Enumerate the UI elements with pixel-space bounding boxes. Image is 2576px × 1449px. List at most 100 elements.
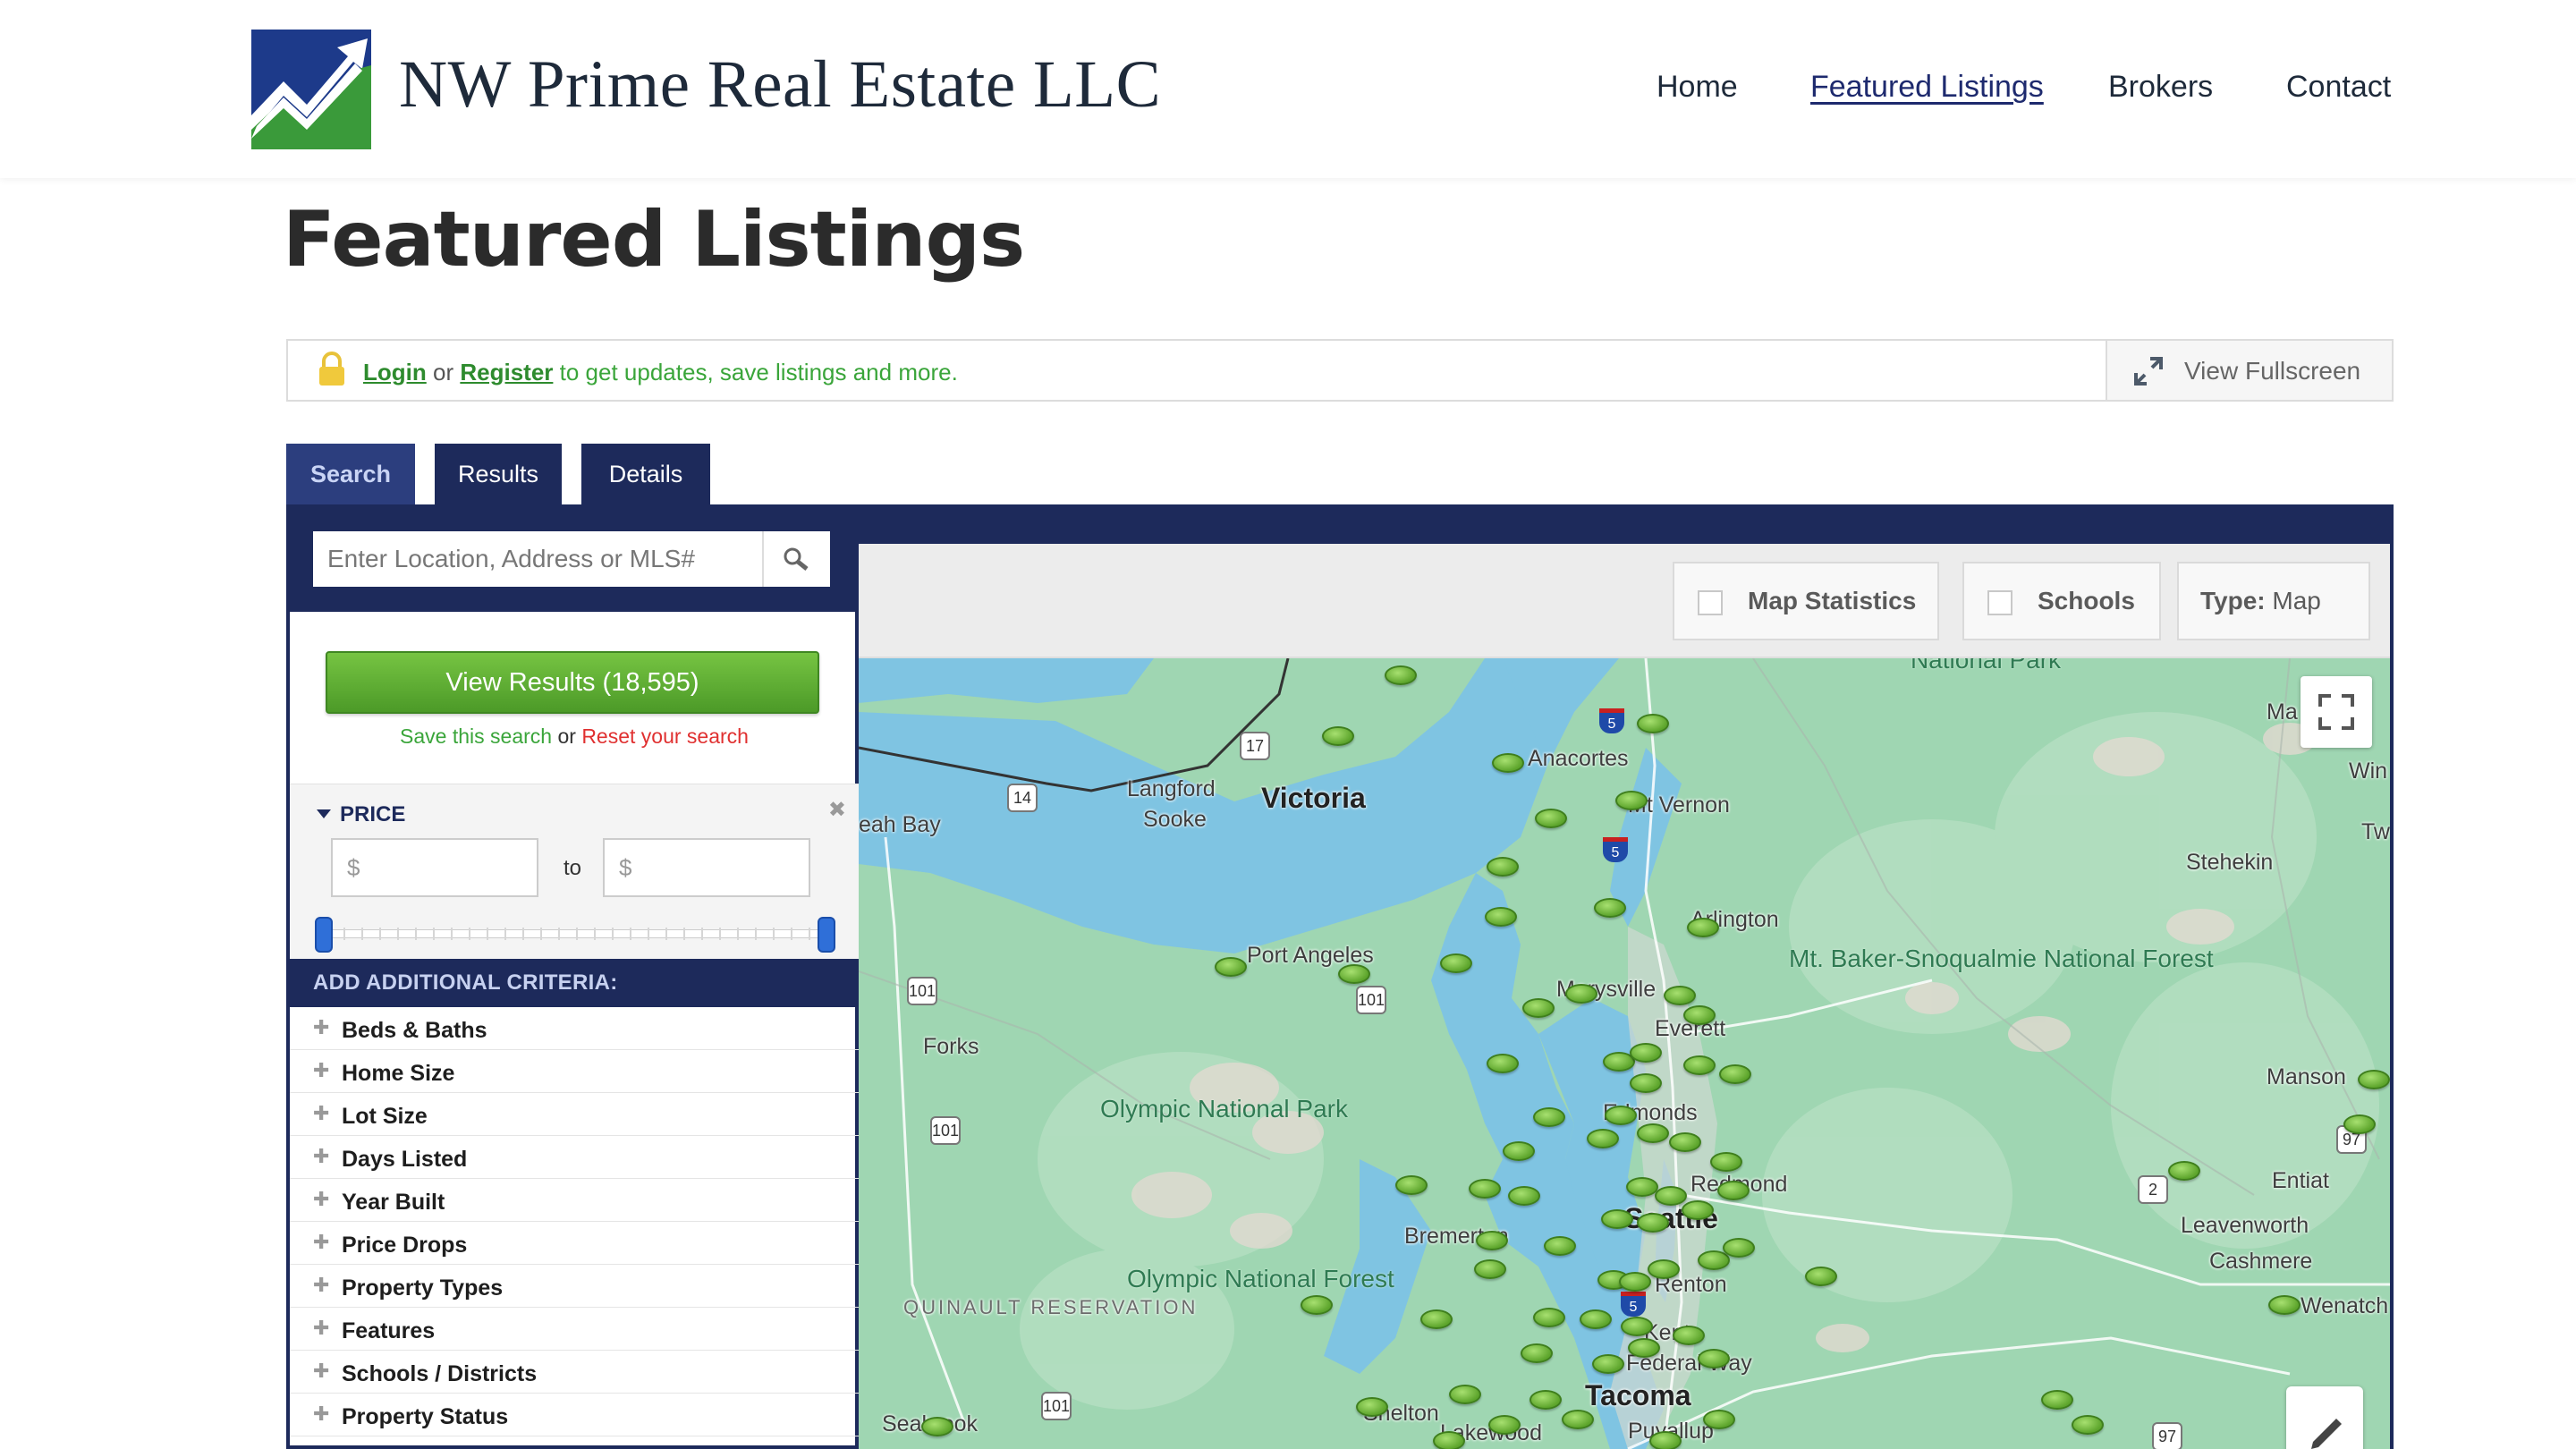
listing-marker[interactable] — [1655, 1186, 1687, 1206]
listing-marker[interactable] — [1626, 1177, 1658, 1197]
criteria-item-lot-size[interactable]: ✚ Lot Size — [290, 1093, 859, 1136]
criteria-item-price-drops[interactable]: ✚ Price Drops — [290, 1222, 859, 1265]
listing-marker[interactable] — [1710, 1152, 1742, 1172]
listing-marker[interactable] — [1637, 1123, 1669, 1143]
listing-marker[interactable] — [1433, 1431, 1465, 1449]
listing-marker[interactable] — [1395, 1175, 1428, 1195]
listing-marker[interactable] — [2268, 1295, 2301, 1315]
map-statistics-checkbox[interactable] — [1698, 590, 1723, 615]
listing-marker[interactable] — [1580, 1309, 1612, 1329]
location-search-input[interactable] — [313, 531, 762, 587]
listings-map[interactable]: Langford Sooke Victoria eah Bay Anacorte… — [859, 658, 2390, 1449]
map-fullscreen-button[interactable] — [2301, 676, 2372, 748]
listing-marker[interactable] — [1533, 1308, 1565, 1327]
price-min-input[interactable]: $ — [331, 838, 538, 897]
listing-marker[interactable] — [1619, 1272, 1651, 1292]
listing-marker[interactable] — [1805, 1267, 1837, 1286]
nav-brokers[interactable]: Brokers — [2108, 70, 2213, 105]
listing-marker[interactable] — [921, 1417, 953, 1436]
listing-marker[interactable] — [1637, 714, 1669, 733]
listing-marker[interactable] — [1544, 1236, 1576, 1256]
reset-search-link[interactable]: Reset your search — [581, 724, 749, 748]
listing-marker[interactable] — [2041, 1390, 2073, 1410]
listing-marker[interactable] — [1703, 1410, 1735, 1429]
listing-marker[interactable] — [1508, 1186, 1540, 1206]
listing-marker[interactable] — [1682, 1200, 1714, 1220]
listing-marker[interactable] — [2358, 1070, 2390, 1089]
criteria-item-days-listed[interactable]: ✚ Days Listed — [290, 1136, 859, 1179]
listing-marker[interactable] — [1669, 1132, 1701, 1152]
listing-marker[interactable] — [1492, 753, 1524, 773]
draw-area-button[interactable] — [2286, 1386, 2363, 1449]
listing-marker[interactable] — [1648, 1259, 1680, 1279]
listing-marker[interactable] — [1215, 957, 1247, 977]
listing-marker[interactable] — [1649, 1431, 1682, 1449]
listing-marker[interactable] — [1503, 1141, 1535, 1161]
tab-results[interactable]: Results — [435, 444, 562, 504]
listing-marker[interactable] — [1717, 1181, 1750, 1200]
listing-marker[interactable] — [1605, 1106, 1637, 1125]
criteria-item-home-size[interactable]: ✚ Home Size — [290, 1050, 859, 1093]
register-link[interactable]: Register — [460, 359, 553, 386]
login-link[interactable]: Login — [363, 359, 427, 386]
listing-marker[interactable] — [1719, 1064, 1751, 1084]
listing-marker[interactable] — [1322, 726, 1354, 746]
collapse-caret-icon[interactable] — [317, 809, 331, 818]
listing-marker[interactable] — [1449, 1385, 1481, 1404]
price-slider-max-handle[interactable] — [818, 917, 835, 953]
listing-marker[interactable] — [1683, 1005, 1716, 1025]
listing-marker[interactable] — [1723, 1238, 1755, 1258]
listing-marker[interactable] — [1615, 791, 1648, 810]
nav-contact[interactable]: Contact — [2286, 70, 2391, 105]
listing-marker[interactable] — [1592, 1354, 1624, 1374]
listing-marker[interactable] — [1535, 809, 1567, 828]
criteria-item-schools-districts[interactable]: ✚ Schools / Districts — [290, 1351, 859, 1394]
listing-marker[interactable] — [1628, 1338, 1660, 1358]
save-search-link[interactable]: Save this search — [400, 724, 552, 748]
listing-marker[interactable] — [1485, 907, 1517, 927]
listing-marker[interactable] — [1630, 1043, 1662, 1063]
criteria-item-property-types[interactable]: ✚ Property Types — [290, 1265, 859, 1308]
listing-marker[interactable] — [1487, 1054, 1519, 1073]
price-slider-min-handle[interactable] — [315, 917, 333, 953]
nav-home[interactable]: Home — [1657, 70, 1738, 105]
listing-marker[interactable] — [1469, 1179, 1501, 1199]
view-fullscreen-button[interactable]: View Fullscreen — [2106, 341, 2392, 400]
listing-marker[interactable] — [1687, 918, 1719, 937]
criteria-item-beds-baths[interactable]: ✚ Beds & Baths — [290, 1007, 859, 1050]
listing-marker[interactable] — [1338, 964, 1370, 984]
listing-marker[interactable] — [1637, 1213, 1669, 1233]
site-logo-text[interactable]: NW Prime Real Estate LLC — [399, 47, 1161, 123]
listing-marker[interactable] — [1630, 1073, 1662, 1093]
listing-marker[interactable] — [1476, 1231, 1508, 1250]
listing-marker[interactable] — [1565, 984, 1597, 1004]
listing-marker[interactable] — [1474, 1259, 1506, 1279]
listing-marker[interactable] — [1530, 1390, 1562, 1410]
listing-marker[interactable] — [1683, 1055, 1716, 1075]
map-type-select[interactable]: Type: Map — [2177, 562, 2370, 640]
listing-marker[interactable] — [1664, 986, 1696, 1005]
criteria-item-features[interactable]: ✚ Features — [290, 1308, 859, 1351]
listing-marker[interactable] — [1356, 1397, 1388, 1417]
listing-marker[interactable] — [1587, 1129, 1619, 1148]
listing-marker[interactable] — [2343, 1114, 2376, 1134]
listing-marker[interactable] — [1698, 1349, 1730, 1368]
listing-marker[interactable] — [1420, 1309, 1453, 1329]
listing-marker[interactable] — [1301, 1295, 1333, 1315]
listing-marker[interactable] — [2168, 1161, 2200, 1181]
close-icon[interactable]: ✖ — [828, 797, 846, 823]
schools-toggle[interactable]: Schools — [1962, 562, 2161, 640]
listing-marker[interactable] — [1562, 1410, 1594, 1429]
view-results-button[interactable]: View Results (18,595) — [326, 651, 819, 714]
listing-marker[interactable] — [1521, 1343, 1553, 1363]
tab-search[interactable]: Search — [286, 444, 415, 504]
listing-marker[interactable] — [1440, 953, 1472, 973]
search-submit-button[interactable] — [762, 531, 830, 587]
chart-logo-icon[interactable] — [251, 30, 371, 149]
listing-marker[interactable] — [1488, 1415, 1521, 1435]
criteria-item-year-built[interactable]: ✚ Year Built — [290, 1179, 859, 1222]
listing-marker[interactable] — [1673, 1326, 1705, 1345]
criteria-item-property-status[interactable]: ✚ Property Status — [290, 1394, 859, 1436]
price-filter-label[interactable]: PRICE — [340, 802, 405, 827]
schools-checkbox[interactable] — [1987, 590, 2012, 615]
